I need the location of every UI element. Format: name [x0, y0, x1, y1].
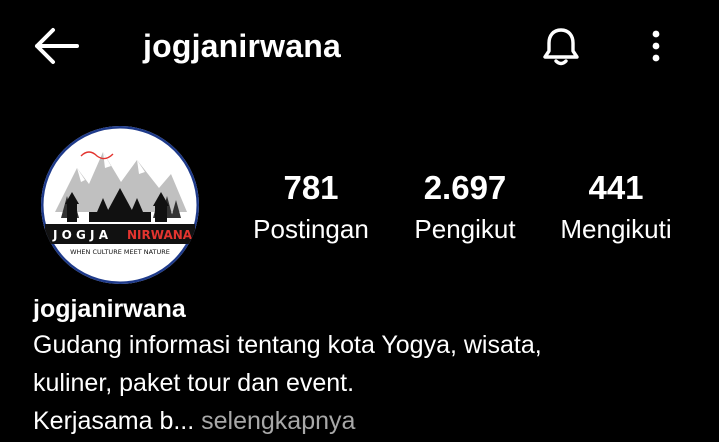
- notification-button[interactable]: [532, 20, 590, 72]
- bell-icon: [543, 28, 579, 66]
- page-title: jogjanirwana: [143, 28, 341, 64]
- profile-bio: jogjanirwana Gudang informasi tentang ko…: [33, 292, 693, 440]
- followers-label: Pengikut: [414, 214, 516, 244]
- followers-count: 2.697: [423, 169, 507, 206]
- profile-stats: 781 Postingan 2.697 Pengikut 441 Mengiku…: [0, 166, 719, 256]
- posts-stat[interactable]: 781 Postingan: [236, 166, 386, 249]
- profile-name: jogjanirwana: [33, 295, 186, 323]
- followers-stat[interactable]: 2.697 Pengikut: [395, 166, 535, 249]
- following-stat[interactable]: 441 Mengikuti: [546, 166, 686, 249]
- more-vertical-icon: [652, 30, 660, 62]
- bio-truncated-text: Kerjasama b...: [33, 407, 195, 435]
- more-options-button[interactable]: [636, 20, 676, 72]
- following-count: 441: [588, 169, 644, 206]
- arrow-left-icon: [35, 28, 79, 64]
- top-bar: jogjanirwana: [0, 0, 719, 92]
- back-button[interactable]: [26, 22, 86, 70]
- posts-count: 781: [283, 169, 339, 206]
- see-more-link[interactable]: selengkapnya: [201, 407, 355, 435]
- posts-label: Postingan: [253, 214, 369, 244]
- following-label: Mengikuti: [560, 214, 672, 244]
- bio-line-2: kuliner, paket tour dan event.: [33, 369, 355, 397]
- bio-line-1: Gudang informasi tentang kota Yogya, wis…: [33, 331, 542, 359]
- bio-line-3: Kerjasama b... selengkapnya: [33, 402, 693, 440]
